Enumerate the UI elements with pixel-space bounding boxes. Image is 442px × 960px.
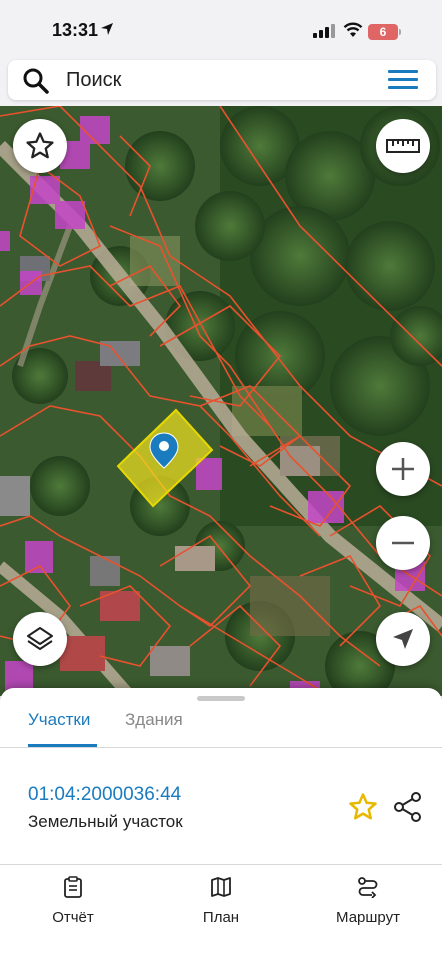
nav-divider	[0, 864, 442, 865]
nav-plan-label: План	[202, 909, 240, 926]
nav-report-label: Отчёт	[52, 909, 94, 926]
ruler-button[interactable]	[376, 119, 430, 173]
favorites-button[interactable]	[13, 119, 67, 173]
signal-icon	[313, 24, 335, 38]
search-icon	[23, 68, 49, 94]
layers-icon	[27, 627, 53, 650]
nav-route-label: Маршрут	[336, 909, 400, 926]
zoom-in-button[interactable]	[376, 442, 430, 496]
my-location-button[interactable]	[376, 612, 430, 666]
nav-plan[interactable]: План	[166, 876, 276, 926]
cadastral-number-link[interactable]: 01:04:2000036:44	[28, 784, 181, 806]
zoom-in-icon	[392, 458, 414, 480]
zoom-out-icon	[392, 541, 414, 545]
menu-button[interactable]	[384, 68, 420, 92]
map-plan-icon	[211, 877, 231, 897]
star-icon[interactable]	[348, 792, 378, 822]
nav-report[interactable]: Отчёт	[18, 876, 128, 926]
satellite-map[interactable]	[0, 106, 442, 696]
status-time: 13:31	[52, 20, 99, 40]
tabs-divider	[0, 747, 442, 748]
route-icon	[358, 877, 378, 899]
bottom-sheet[interactable]: Участки Здания 01:04:2000036:44 Земельны…	[0, 688, 442, 960]
status-bar: 13:31 6	[0, 0, 442, 58]
zoom-out-button[interactable]	[376, 516, 430, 570]
tab-buildings[interactable]: Здания	[125, 710, 183, 730]
property-type: Земельный участок	[28, 812, 183, 831]
tab-parcels[interactable]: Участки	[28, 710, 90, 730]
location-arrow-icon	[393, 629, 413, 649]
search-input[interactable]: Поиск	[66, 69, 121, 92]
report-icon	[64, 876, 82, 898]
map-view[interactable]	[0, 106, 442, 696]
drag-handle[interactable]	[197, 696, 245, 701]
location-arrow-icon	[101, 23, 113, 35]
wifi-icon	[343, 22, 363, 37]
share-icon[interactable]	[394, 792, 422, 822]
ruler-icon	[386, 139, 420, 153]
star-outline-icon	[26, 132, 54, 159]
battery-tip	[399, 29, 401, 35]
layers-button[interactable]	[13, 612, 67, 666]
search-bar[interactable]: Поиск	[8, 60, 436, 100]
nav-route[interactable]: Маршрут	[313, 876, 423, 926]
battery-indicator: 6	[368, 24, 398, 40]
